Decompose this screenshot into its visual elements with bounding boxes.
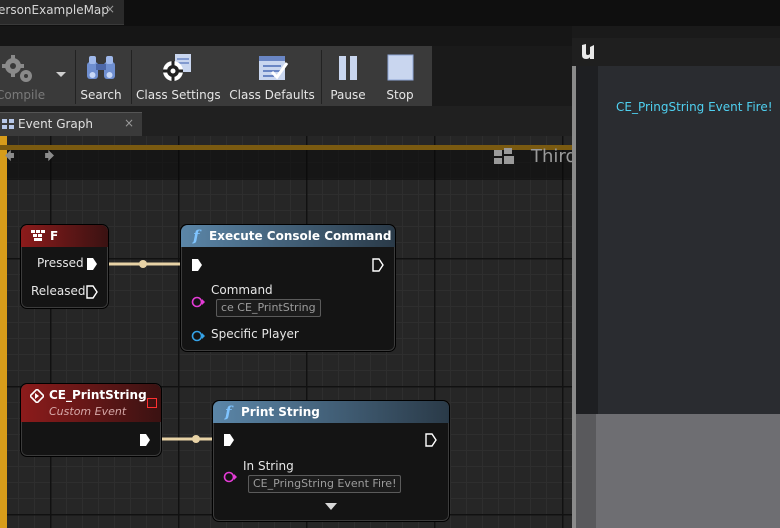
node-title: CE_PrintString xyxy=(49,388,147,402)
released-pin-label: Released xyxy=(31,284,86,298)
gear-icon xyxy=(2,55,32,82)
pause-label: Pause xyxy=(330,88,366,102)
class-settings-button[interactable]: Class Settings xyxy=(136,46,221,106)
graph-icon xyxy=(2,119,14,129)
function-icon: f xyxy=(225,403,232,421)
compile-options-dropdown[interactable] xyxy=(52,46,72,106)
search-label: Search xyxy=(80,88,122,102)
released-exec-pin[interactable] xyxy=(86,285,98,299)
event-graph-tab-close-icon[interactable]: × xyxy=(124,116,134,130)
node-header: f Execute Console Command xyxy=(181,225,395,247)
node-header: f Print String xyxy=(213,401,449,423)
specific-player-pin[interactable] xyxy=(191,330,205,342)
execute-console-command-node[interactable]: f Execute Console Command Command ce CE_… xyxy=(180,224,396,352)
node-header: F xyxy=(21,225,108,247)
custom-event-icon xyxy=(30,389,44,403)
input-key-f-node[interactable]: F Pressed Released xyxy=(20,224,109,309)
class-settings-label: Class Settings xyxy=(136,88,221,102)
binoculars-icon xyxy=(87,56,115,79)
command-string-pin[interactable] xyxy=(191,296,205,308)
exec-out-pin[interactable] xyxy=(372,258,384,272)
stop-button[interactable]: Stop xyxy=(378,46,422,106)
event-graph-tab-label: Event Graph xyxy=(18,117,93,131)
document-tab-bar: ersonExampleMap × xyxy=(0,0,780,26)
class-defaults-label: Class Defaults xyxy=(229,88,315,102)
game-viewport[interactable]: CE_PringString Event Fire! xyxy=(572,66,780,528)
stop-icon xyxy=(387,54,414,81)
scene-floor-shadow xyxy=(576,414,596,528)
stop-label: Stop xyxy=(386,88,414,102)
unreal-logo-icon xyxy=(582,44,594,59)
command-input[interactable]: ce CE_PrintString xyxy=(216,299,321,317)
wire-knot xyxy=(139,260,147,268)
viewport-border xyxy=(572,66,576,528)
search-button[interactable]: Search xyxy=(78,46,124,106)
scene-wall-shadow xyxy=(576,66,598,416)
node-header: CE_PrintString Custom Event xyxy=(21,384,161,422)
menu-strip xyxy=(0,26,572,46)
replication-icon xyxy=(147,398,157,408)
custom-event-exec-out-pin[interactable] xyxy=(139,433,151,447)
exec-in-pin[interactable] xyxy=(223,433,235,447)
compile-button[interactable]: Compile xyxy=(0,46,46,106)
node-title: Print String xyxy=(241,405,320,419)
node-title: F xyxy=(50,229,59,243)
map-tab[interactable]: ersonExampleMap × xyxy=(0,0,124,25)
exec-out-pin[interactable] xyxy=(425,433,437,447)
graph-tab-bar: Event Graph × xyxy=(0,106,572,137)
in-string-input[interactable]: CE_PringString Event Fire! xyxy=(248,475,402,493)
class-settings-icon xyxy=(163,54,191,81)
class-defaults-icon xyxy=(259,56,289,80)
print-string-screen-message: CE_PringString Event Fire! xyxy=(616,100,773,114)
custom-event-node[interactable]: CE_PrintString Custom Event xyxy=(20,383,162,457)
preview-title-bar xyxy=(572,38,780,67)
chevron-down-icon xyxy=(56,72,66,77)
pause-button[interactable]: Pause xyxy=(326,46,370,106)
exec-in-pin[interactable] xyxy=(191,258,203,272)
in-string-pin[interactable] xyxy=(223,471,237,483)
graph-canvas[interactable]: 🠸 🠺 Third F Pressed Released f Execute C… xyxy=(0,136,572,528)
in-string-label: In String xyxy=(243,459,294,473)
map-tab-label: ersonExampleMap xyxy=(0,3,109,17)
map-tab-close-icon[interactable]: × xyxy=(105,2,115,16)
scene-floor xyxy=(572,414,780,528)
event-graph-tab[interactable]: Event Graph × xyxy=(0,112,142,137)
scene-wall xyxy=(592,66,780,414)
play-preview-window: CE_PringString Event Fire! xyxy=(572,38,780,528)
node-subtitle: Custom Event xyxy=(49,405,127,418)
pause-icon xyxy=(339,56,357,80)
expand-chevron-icon[interactable] xyxy=(325,503,337,511)
function-icon: f xyxy=(193,227,200,245)
class-defaults-button[interactable]: Class Defaults xyxy=(228,46,316,106)
pressed-pin-label: Pressed xyxy=(37,256,84,270)
wire-knot xyxy=(192,435,200,443)
toolbar: Compile Search Class Settings Class Defa… xyxy=(0,46,432,107)
command-label: Command xyxy=(211,283,273,297)
keyboard-icon xyxy=(31,230,45,241)
compile-label: Compile xyxy=(0,88,46,102)
specific-player-label: Specific Player xyxy=(211,327,299,341)
print-string-node[interactable]: f Print String In String CE_PringString … xyxy=(212,400,450,522)
toolbar-divider xyxy=(321,50,322,104)
node-title: Execute Console Command xyxy=(209,229,392,243)
toolbar-divider xyxy=(131,50,132,104)
toolbar-divider xyxy=(75,50,76,104)
pressed-exec-pin[interactable] xyxy=(86,257,98,271)
